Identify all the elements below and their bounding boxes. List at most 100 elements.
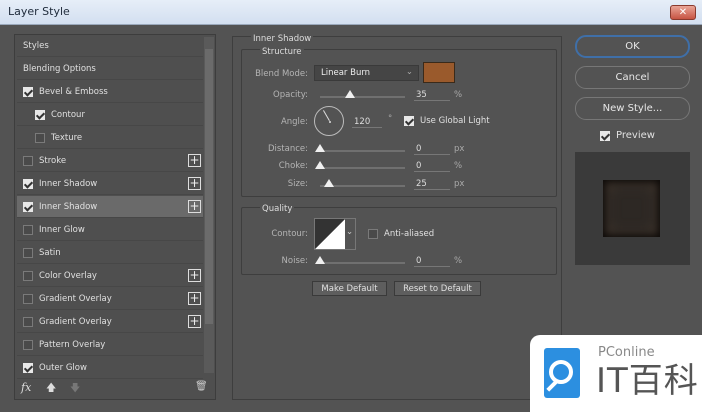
- add-icon[interactable]: +: [188, 292, 201, 305]
- sidebar-item[interactable]: Gradient Overlay +: [17, 311, 203, 333]
- add-icon[interactable]: +: [188, 315, 201, 328]
- structure-group: Structure Blend Mode: Linear Burn ⌄ Opaci…: [241, 47, 557, 197]
- move-up-icon[interactable]: 🡅: [46, 381, 56, 398]
- sidebar-item[interactable]: Blending Options: [17, 58, 203, 80]
- angle-label: Angle:: [280, 117, 308, 127]
- sidebar-item[interactable]: Satin: [17, 242, 203, 264]
- angle-dial[interactable]: [314, 106, 344, 136]
- noise-unit: %: [454, 256, 463, 266]
- opacity-slider[interactable]: [320, 90, 405, 98]
- sidebar-item[interactable]: Pattern Overlay: [17, 334, 203, 356]
- checkbox[interactable]: [23, 247, 33, 258]
- shadow-color-swatch[interactable]: [423, 62, 455, 83]
- sidebar-item[interactable]: Contour: [17, 104, 203, 126]
- add-icon[interactable]: +: [188, 200, 201, 213]
- sidebar-item[interactable]: Color Overlay +: [17, 265, 203, 287]
- chevron-down-icon: ⌄: [346, 227, 354, 237]
- add-icon[interactable]: +: [188, 177, 201, 190]
- slider-thumb[interactable]: [315, 256, 325, 264]
- checkbox[interactable]: [23, 178, 33, 189]
- contour-label: Contour:: [271, 229, 308, 239]
- reset-to-default-button[interactable]: Reset to Default: [394, 281, 481, 296]
- fx-icon[interactable]: fx: [21, 381, 31, 394]
- sidebar-item-label: Satin: [39, 247, 61, 258]
- close-button[interactable]: ✕: [670, 5, 696, 20]
- scrollbar[interactable]: [204, 37, 214, 373]
- styles-list: Styles Blending Options Bevel & Emboss Cont…: [14, 34, 216, 400]
- contour-picker[interactable]: ⌄: [314, 218, 356, 250]
- size-label: Size:: [287, 179, 308, 189]
- slider-thumb[interactable]: [344, 90, 355, 98]
- new-style-button[interactable]: New Style...: [575, 97, 690, 120]
- noise-input[interactable]: 0: [414, 256, 450, 267]
- noise-slider[interactable]: [315, 256, 405, 264]
- opacity-unit: %: [454, 90, 463, 100]
- angle-unit: °: [388, 114, 393, 124]
- cancel-button[interactable]: Cancel: [575, 66, 690, 89]
- opacity-input[interactable]: 35: [414, 90, 450, 101]
- size-input[interactable]: 25: [414, 179, 450, 190]
- choke-slider[interactable]: [315, 161, 405, 169]
- ok-button[interactable]: OK: [575, 35, 690, 58]
- checkbox[interactable]: [23, 155, 33, 166]
- anti-aliased-checkbox[interactable]: Anti-aliased: [368, 229, 434, 239]
- checkbox[interactable]: [404, 116, 414, 126]
- choke-input[interactable]: 0: [414, 161, 450, 172]
- preview-checkbox[interactable]: Preview: [600, 130, 655, 141]
- blend-mode-select[interactable]: Linear Burn ⌄: [314, 65, 419, 81]
- sidebar-item-label: Pattern Overlay: [39, 339, 106, 350]
- sidebar-item[interactable]: Styles: [17, 35, 203, 57]
- contour-curve-icon: [315, 219, 345, 249]
- checkbox[interactable]: [23, 201, 33, 212]
- make-default-button[interactable]: Make Default: [312, 281, 387, 296]
- checkbox[interactable]: [368, 229, 378, 239]
- checkbox[interactable]: [23, 270, 33, 281]
- opacity-label: Opacity:: [273, 90, 308, 100]
- preview-thumbnail: [575, 152, 690, 265]
- checkbox[interactable]: [23, 362, 33, 373]
- checkbox[interactable]: [600, 130, 610, 141]
- sidebar-item-label: Blending Options: [23, 63, 96, 74]
- sidebar-item-label: Texture: [51, 132, 83, 143]
- trash-icon[interactable]: 🗑: [195, 381, 208, 392]
- sidebar-item-label: Stroke: [39, 155, 67, 166]
- checkbox[interactable]: [35, 109, 45, 120]
- slider-thumb[interactable]: [323, 179, 334, 187]
- slider-thumb[interactable]: [315, 144, 325, 152]
- magnifier-logo-icon: [544, 348, 580, 398]
- checkbox[interactable]: [23, 293, 33, 304]
- move-down-icon[interactable]: 🡇: [70, 381, 80, 398]
- distance-input[interactable]: 0: [414, 144, 450, 155]
- add-icon[interactable]: +: [188, 269, 201, 282]
- size-slider[interactable]: [320, 179, 405, 187]
- sidebar-item[interactable]: Inner Glow: [17, 219, 203, 241]
- watermark-brand: PConline: [598, 345, 655, 360]
- checkbox[interactable]: [23, 339, 33, 350]
- checkbox[interactable]: [23, 316, 33, 327]
- checkbox[interactable]: [23, 224, 33, 235]
- use-global-light-checkbox[interactable]: Use Global Light: [404, 116, 490, 126]
- sidebar-item[interactable]: Inner Shadow +: [17, 173, 203, 195]
- title-bar: Layer Style ✕: [0, 0, 702, 25]
- checkbox[interactable]: [35, 132, 45, 143]
- section-title: Inner Shadow: [251, 34, 314, 44]
- angle-input[interactable]: 120: [352, 117, 382, 128]
- scrollbar-thumb[interactable]: [205, 49, 213, 324]
- watermark-name: IT百科: [596, 361, 699, 401]
- sidebar-item-label: Gradient Overlay: [39, 293, 112, 304]
- sidebar-item-label: Gradient Overlay: [39, 316, 112, 327]
- sidebar-item[interactable]: Stroke +: [17, 150, 203, 172]
- sidebar-item[interactable]: Texture: [17, 127, 203, 149]
- window-title: Layer Style: [8, 5, 70, 18]
- anti-aliased-label: Anti-aliased: [384, 229, 435, 239]
- slider-thumb[interactable]: [315, 161, 325, 169]
- add-icon[interactable]: +: [188, 154, 201, 167]
- sidebar-item[interactable]: Gradient Overlay +: [17, 288, 203, 310]
- sidebar-item[interactable]: Inner Shadow +: [17, 196, 203, 218]
- blend-mode-label: Blend Mode:: [255, 69, 308, 79]
- checkbox[interactable]: [23, 86, 33, 97]
- sidebar-item[interactable]: Bevel & Emboss: [17, 81, 203, 103]
- distance-slider[interactable]: [315, 144, 405, 152]
- distance-label: Distance:: [267, 144, 308, 154]
- sidebar-item[interactable]: Outer Glow: [17, 357, 203, 379]
